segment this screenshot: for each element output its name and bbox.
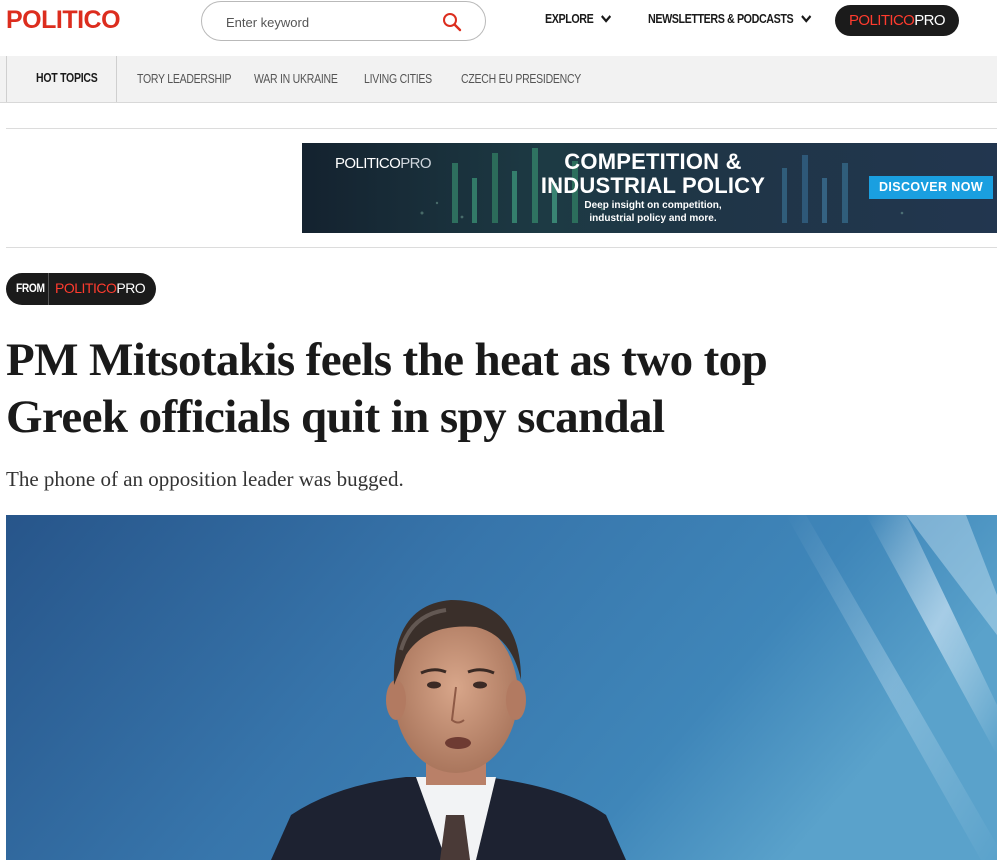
chevron-down-icon <box>800 13 812 27</box>
nav-newsletters-podcasts[interactable]: NEWSLETTERS & PODCASTS <box>648 12 812 27</box>
search-box <box>201 1 486 41</box>
hot-topics-label: HOT TOPICS <box>36 71 98 85</box>
ad-title: COMPETITION & INDUSTRIAL POLICY <box>528 150 778 198</box>
article-dek: The phone of an opposition leader was bu… <box>6 467 404 491</box>
ad-subtitle-line2: industrial policy and more. <box>589 213 717 224</box>
nav-explore-label: EXPLORE <box>545 12 594 26</box>
topics-divider <box>116 56 117 102</box>
search-icon[interactable] <box>441 11 463 33</box>
topic-tory-leadership[interactable]: TORY LEADERSHIP <box>137 72 232 86</box>
from-politico-pro-badge[interactable]: FROM POLITICOPRO <box>6 273 156 305</box>
badge-brand-suffix: PRO <box>116 280 146 296</box>
divider <box>6 128 997 129</box>
ad-title-line2: INDUSTRIAL POLICY <box>540 173 766 198</box>
topic-czech-eu-presidency[interactable]: CZECH EU PRESIDENCY <box>461 72 581 86</box>
topics-left-edge <box>6 56 7 102</box>
badge-divider <box>48 273 49 305</box>
nav-explore[interactable]: EXPLORE <box>545 12 612 27</box>
headline-line2: Greek officials quit in spy scandal <box>6 391 665 443</box>
badge-brand: POLITICOPRO <box>55 280 146 296</box>
hero-photo <box>6 515 997 860</box>
ad-subtitle-line1: Deep insight on competition, <box>584 200 722 211</box>
hot-topics-bar: HOT TOPICS TORY LEADERSHIP WAR IN UKRAIN… <box>0 56 997 103</box>
search-input[interactable] <box>226 11 446 33</box>
politico-pro-button[interactable]: POLITICOPRO <box>835 5 959 36</box>
ad-banner[interactable]: POLITICOPRO COMPETITION & INDUSTRIAL POL… <box>302 143 997 233</box>
discover-now-button[interactable]: DISCOVER NOW <box>869 176 993 199</box>
topic-war-in-ukraine[interactable]: WAR IN UKRAINE <box>254 72 338 86</box>
topic-living-cities[interactable]: LIVING CITIES <box>364 72 432 86</box>
headline-line1: PM Mitsotakis feels the heat as two top <box>6 334 768 386</box>
divider <box>6 247 997 248</box>
article-hero-image <box>6 515 997 860</box>
article-headline: PM Mitsotakis feels the heat as two top … <box>6 332 906 446</box>
ad-brand-logo: POLITICOPRO <box>335 155 432 172</box>
ad-title-line1: COMPETITION & <box>564 149 742 174</box>
nav-newsletters-label: NEWSLETTERS & PODCASTS <box>648 12 794 26</box>
pro-brand-text: POLITICO <box>849 12 915 29</box>
ad-subtitle: Deep insight on competition, industrial … <box>548 199 758 225</box>
pro-suffix-text: PRO <box>914 12 945 29</box>
politico-logo[interactable]: POLITICO <box>6 6 121 35</box>
site-header: POLITICO EXPLORE NEWSLETTERS & PODCASTS … <box>0 0 997 56</box>
ad-brand-text: POLITICO <box>335 155 401 172</box>
ad-brand-suffix: PRO <box>400 155 431 172</box>
from-label: FROM <box>16 281 45 295</box>
badge-brand-text: POLITICO <box>55 280 117 296</box>
chevron-down-icon <box>600 13 612 27</box>
